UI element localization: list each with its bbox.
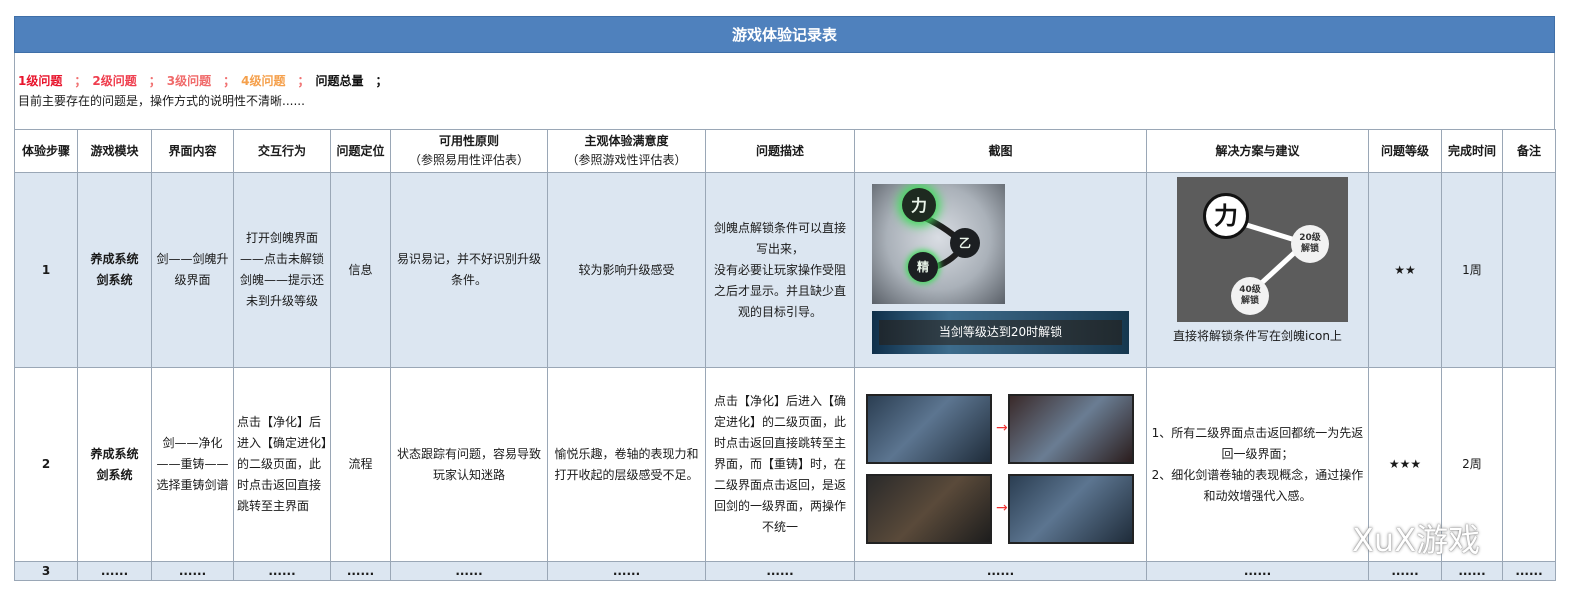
cell-remark: ...... bbox=[1502, 561, 1556, 581]
total-label: 问题总量 bbox=[315, 73, 364, 88]
cell-step: 2 bbox=[14, 367, 78, 562]
header-solution: 解决方案与建议 bbox=[1146, 129, 1369, 173]
node-20-text: 解锁 bbox=[1300, 244, 1319, 254]
summary-section: 1级问题 ； 2级问题 ； 3级问题 ； 4级问题 ； 问题总量 ； 目前主要存… bbox=[14, 53, 1555, 129]
header-satisfaction-title: 主观体验满意度 bbox=[584, 134, 669, 148]
header-satisfaction-sub: （参照游戏性评估表） bbox=[566, 153, 687, 167]
screenshot-recast-2 bbox=[1008, 474, 1134, 544]
cell-description: ...... bbox=[705, 561, 855, 581]
experience-record-sheet: 游戏体验记录表 1级问题 ； 2级问题 ； 3级问题 ； 4级问题 ； 问题总量… bbox=[14, 16, 1556, 581]
screenshot-purify-2 bbox=[1008, 394, 1134, 464]
header-usability: 可用性原则 （参照易用性评估表） bbox=[390, 129, 548, 173]
solution-caption: 直接将解锁条件写在剑魄icon上 bbox=[1173, 329, 1342, 343]
cell-content: 剑——净化——重铸——选择重铸剑谱 bbox=[151, 367, 234, 562]
cell-remark bbox=[1502, 172, 1556, 368]
watermark: XuX游戏 bbox=[1302, 515, 1480, 561]
separator: ； bbox=[148, 73, 161, 88]
header-usability-sub: （参照易用性评估表） bbox=[408, 153, 529, 167]
cell-solution: 力 20级 解锁 40级 解锁 直接将解锁条件写在剑魄icon上 bbox=[1146, 172, 1369, 368]
solution-mockup: 力 20级 解锁 40级 解锁 bbox=[1177, 177, 1348, 322]
cell-remark bbox=[1502, 367, 1556, 562]
header-time: 完成时间 bbox=[1441, 129, 1503, 173]
cell-action: 点击【净化】后进入【确定进化】的二级页面，此时点击返回直接跳转至主界面 bbox=[233, 367, 331, 562]
node-40-level: 40级 bbox=[1239, 285, 1261, 295]
watermark-text: XuX游戏 bbox=[1352, 521, 1481, 559]
table-row: 1 养成系统 剑系统 剑——剑魄升级界面 打开剑魄界面——点击未解锁剑魄——提示… bbox=[14, 172, 1556, 368]
node-40-text: 解锁 bbox=[1240, 296, 1259, 306]
cell-level: ★★ bbox=[1368, 172, 1442, 368]
cell-position: 信息 bbox=[330, 172, 391, 368]
mockup-node-40: 40级 解锁 bbox=[1231, 277, 1269, 315]
header-satisfaction: 主观体验满意度 （参照游戏性评估表） bbox=[547, 129, 706, 173]
cell-satisfaction: 较为影响升级感受 bbox=[547, 172, 706, 368]
header-step: 体验步骤 bbox=[14, 129, 78, 173]
level1-label: 1级问题 bbox=[18, 73, 63, 88]
cell-content: 剑——剑魄升级界面 bbox=[151, 172, 234, 368]
cell-module: 养成系统 剑系统 bbox=[77, 367, 152, 562]
cell-module: ...... bbox=[77, 561, 152, 581]
cell-level: ...... bbox=[1368, 561, 1442, 581]
cell-screenshot: → → bbox=[854, 367, 1147, 562]
header-description: 问题描述 bbox=[705, 129, 855, 173]
orb-second: 乙 bbox=[950, 228, 980, 258]
cell-position: 流程 bbox=[330, 367, 391, 562]
cell-description: 点击【净化】后进入【确定进化】的二级页面，此时点击返回直接跳转至主界面，而【重铸… bbox=[705, 367, 855, 562]
header-content: 界面内容 bbox=[151, 129, 234, 173]
level2-label: 2级问题 bbox=[92, 73, 137, 88]
issue-level-counts: 1级问题 ； 2级问题 ； 3级问题 ； 4级问题 ； 问题总量 ； bbox=[18, 70, 1554, 90]
node-20-level: 20级 bbox=[1299, 233, 1321, 243]
mockup-node-20: 20级 解锁 bbox=[1291, 225, 1329, 263]
header-row: 体验步骤 游戏模块 界面内容 交互行为 问题定位 可用性原则 （参照易用性评估表… bbox=[14, 129, 1556, 173]
header-usability-title: 可用性原则 bbox=[438, 134, 499, 148]
orb-main: 力 bbox=[902, 188, 936, 222]
cell-action: ...... bbox=[233, 561, 331, 581]
red-arrow-icon: → bbox=[996, 500, 1008, 516]
header-screenshot: 截图 bbox=[854, 129, 1147, 173]
cell-module: 养成系统 剑系统 bbox=[77, 172, 152, 368]
header-position: 问题定位 bbox=[330, 129, 391, 173]
screenshot-sword-soul: 力 乙 精 bbox=[872, 184, 1005, 304]
header-remark: 备注 bbox=[1502, 129, 1556, 173]
separator: ； bbox=[297, 73, 310, 88]
cell-step: 3 bbox=[14, 561, 78, 581]
level4-label: 4级问题 bbox=[241, 73, 286, 88]
cell-satisfaction: 愉悦乐趣，卷轴的表现力和打开收起的层级感受不足。 bbox=[547, 367, 706, 562]
total-end: ； bbox=[375, 73, 388, 88]
sheet-title: 游戏体验记录表 bbox=[14, 16, 1555, 53]
cell-solution: ...... bbox=[1146, 561, 1369, 581]
cell-content: ...... bbox=[151, 561, 234, 581]
cell-position: ...... bbox=[330, 561, 391, 581]
cell-action: 打开剑魄界面——点击未解锁剑魄——提示还未到升级等级 bbox=[233, 172, 331, 368]
cell-screenshot: 力 乙 精 当剑等级达到20时解锁 bbox=[854, 172, 1147, 368]
experience-table: 体验步骤 游戏模块 界面内容 交互行为 问题定位 可用性原则 （参照易用性评估表… bbox=[14, 129, 1556, 581]
level3-label: 3级问题 bbox=[166, 73, 212, 88]
orb-third: 精 bbox=[908, 252, 938, 282]
cell-usability: 状态跟踪有问题，容易导致玩家认知迷路 bbox=[390, 367, 548, 562]
cell-usability: ...... bbox=[390, 561, 548, 581]
table-row: 3 ...... ...... ...... ...... ...... ...… bbox=[14, 561, 1556, 581]
cell-time: ...... bbox=[1441, 561, 1503, 581]
separator: ； bbox=[74, 73, 87, 88]
cell-usability: 易识易记，并不好识别升级条件。 bbox=[390, 172, 548, 368]
unlock-hint-text: 当剑等级达到20时解锁 bbox=[878, 320, 1123, 345]
header-module: 游戏模块 bbox=[77, 129, 152, 173]
header-level: 问题等级 bbox=[1368, 129, 1442, 173]
wechat-logo-icon bbox=[1302, 521, 1346, 555]
cell-screenshot: ...... bbox=[854, 561, 1147, 581]
cell-step: 1 bbox=[14, 172, 78, 368]
header-action: 交互行为 bbox=[233, 129, 331, 173]
red-arrow-icon: → bbox=[996, 420, 1008, 436]
cell-satisfaction: ...... bbox=[547, 561, 706, 581]
cell-time: 1周 bbox=[1441, 172, 1503, 368]
separator: ； bbox=[223, 73, 236, 88]
mockup-main-orb: 力 bbox=[1203, 193, 1249, 239]
screenshot-recast-1 bbox=[866, 474, 992, 544]
cell-description: 剑魄点解锁条件可以直接写出来， 没有必要让玩家操作受阻之后才显示。并且缺少直观的… bbox=[705, 172, 855, 368]
summary-note: 目前主要存在的问题是，操作方式的说明性不清晰...... bbox=[18, 94, 305, 108]
orb-links bbox=[918, 213, 968, 272]
unlock-hint-banner: 当剑等级达到20时解锁 bbox=[872, 311, 1129, 354]
screenshot-purify-1 bbox=[866, 394, 992, 464]
